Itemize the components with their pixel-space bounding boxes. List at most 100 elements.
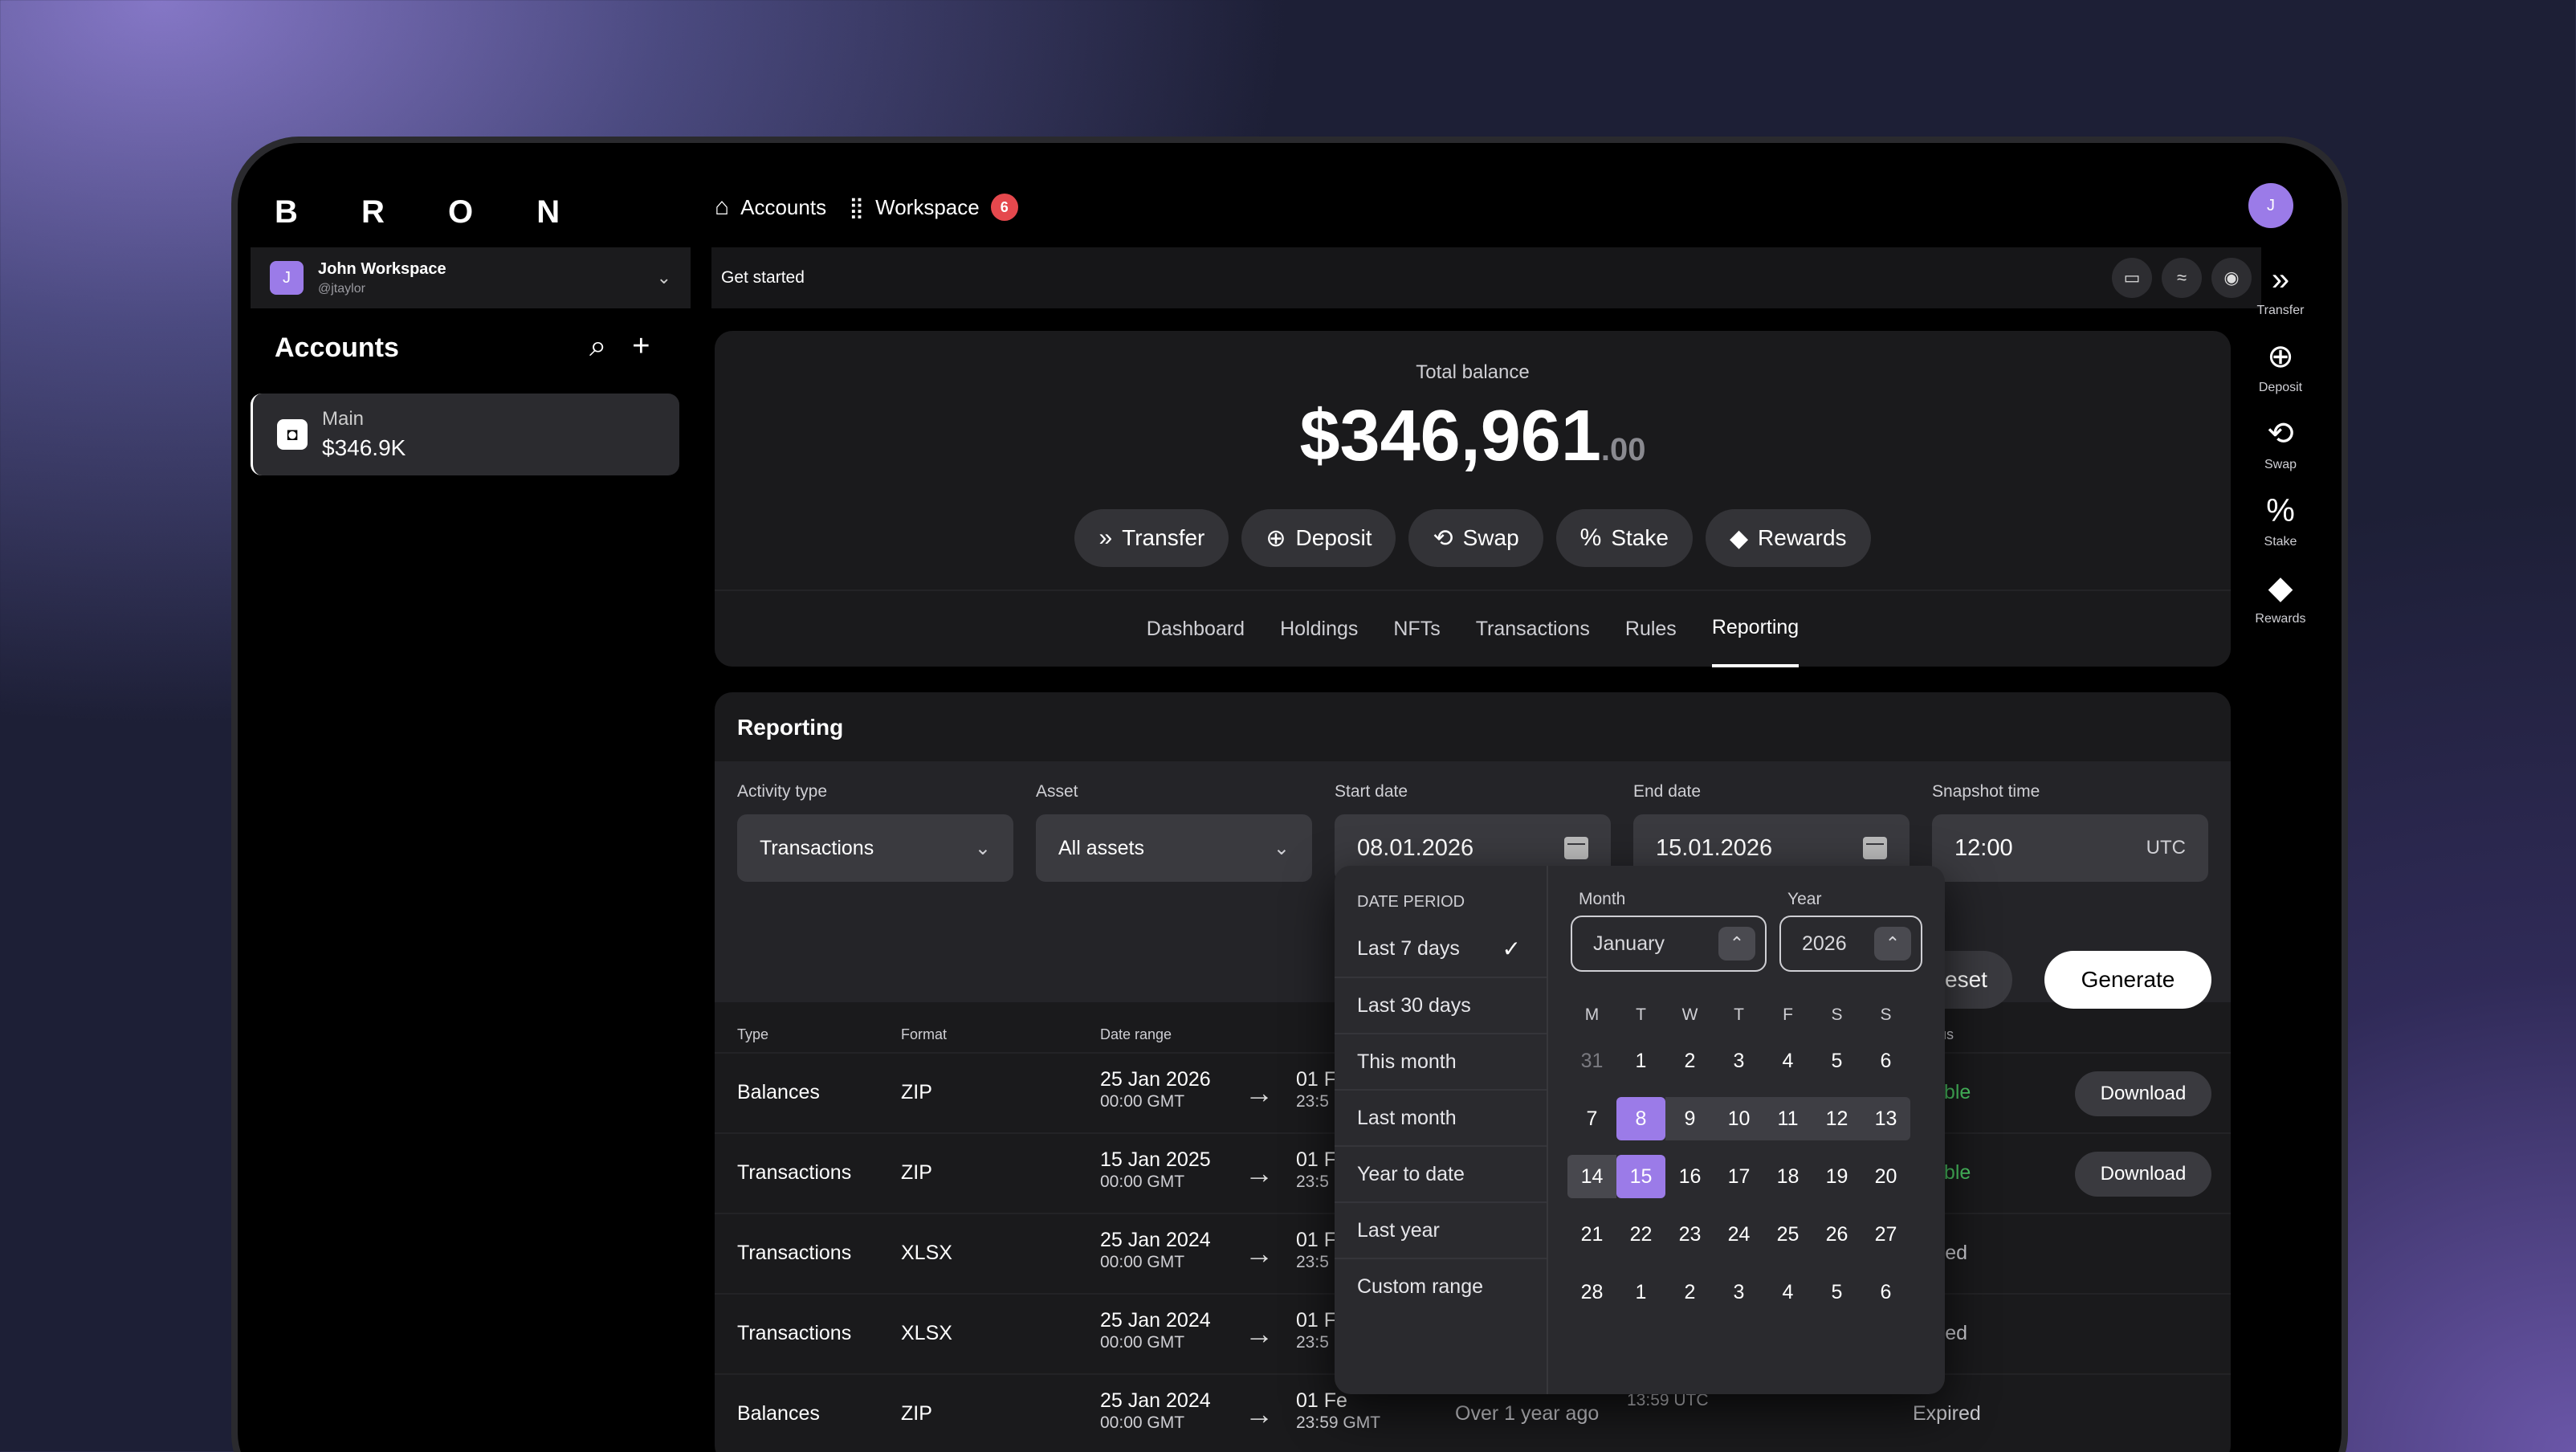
calendar-day[interactable]: 9 (1665, 1097, 1714, 1140)
asset-label: Asset (1036, 782, 1078, 801)
calendar-day[interactable]: 3 (1714, 1039, 1763, 1083)
snapshot-input[interactable]: 12:00 UTC (1932, 814, 2208, 882)
calendar-day[interactable]: 1 (1616, 1039, 1665, 1083)
calendar-day[interactable]: 6 (1861, 1270, 1910, 1314)
calendar-day[interactable]: 23 (1665, 1213, 1714, 1256)
calendar-day[interactable]: 16 (1665, 1155, 1714, 1198)
row-type: Balances (737, 1402, 820, 1425)
stake-button[interactable]: % Stake (1555, 509, 1693, 567)
calendar-grid: M T W T F S S 31 1 2 3 4 5 6 7 8 9 10 11… (1567, 1005, 1910, 1314)
add-icon[interactable]: + (632, 329, 650, 364)
calendar-day[interactable]: 13 (1861, 1097, 1910, 1140)
period-option-last-30-days[interactable]: Last 30 days (1335, 977, 1547, 1033)
calendar-day[interactable]: 6 (1861, 1039, 1910, 1083)
calendar-day[interactable]: 19 (1812, 1155, 1861, 1198)
account-card-main[interactable]: ◘ Main $346.9K (251, 394, 679, 475)
deposit-icon: ⊕ (1266, 524, 1286, 552)
generate-button[interactable]: Generate (2044, 951, 2211, 1009)
calendar-week: 7 8 9 10 11 12 13 (1567, 1097, 1910, 1140)
from-time: 00:00 GMT (1100, 1413, 1185, 1432)
asset-select[interactable]: All assets ⌄ (1036, 814, 1312, 882)
calendar-day[interactable]: 4 (1763, 1270, 1812, 1314)
activity-type-select[interactable]: Transactions ⌄ (737, 814, 1013, 882)
calendar-day-selected-start[interactable]: 8 (1616, 1097, 1665, 1140)
tab-nfts[interactable]: NFTs (1393, 590, 1440, 667)
calendar-day[interactable]: 3 (1714, 1270, 1763, 1314)
activity-icon[interactable]: ≈ (2162, 258, 2202, 298)
check-icon: ✓ (1502, 936, 1521, 961)
rewards-button[interactable]: ◆ Rewards (1705, 509, 1871, 567)
deposit-icon: ⊕ (2267, 339, 2294, 374)
weekday: F (1783, 1005, 1793, 1024)
deposit-button[interactable]: ⊕ Deposit (1241, 509, 1396, 567)
period-option-last-7-days[interactable]: Last 7 days ✓ (1335, 920, 1547, 977)
nav-workspace[interactable]: ⣿ Workspace 6 (849, 194, 1018, 221)
quick-actions-rail: » Transfer ⊕ Deposit ⟲ Swap % Stake ◆ Re… (2248, 263, 2313, 626)
tab-transactions[interactable]: Transactions (1476, 590, 1590, 667)
download-button[interactable]: Download (2075, 1071, 2211, 1116)
workspace-name: John Workspace (318, 259, 446, 278)
period-option-year-to-date[interactable]: Year to date (1335, 1145, 1547, 1201)
calendar-day[interactable]: 20 (1861, 1155, 1910, 1198)
settings-icon[interactable]: ◉ (2211, 258, 2252, 298)
tab-reporting[interactable]: Reporting (1711, 590, 1800, 667)
calendar-day[interactable]: 25 (1763, 1213, 1812, 1256)
rail-stake[interactable]: % Stake (2264, 495, 2297, 549)
rail-deposit[interactable]: ⊕ Deposit (2259, 341, 2302, 395)
calendar-day[interactable]: 11 (1763, 1097, 1812, 1140)
stake-icon: % (2266, 493, 2295, 528)
calendar-day[interactable]: 12 (1812, 1097, 1861, 1140)
calendar-day[interactable]: 17 (1714, 1155, 1763, 1198)
workspace-switcher[interactable]: J John Workspace @jtaylor ⌄ (251, 247, 691, 308)
calendar-day[interactable]: 24 (1714, 1213, 1763, 1256)
get-started-link[interactable]: Get started (721, 268, 805, 288)
user-avatar[interactable]: J (2248, 183, 2293, 228)
reporting-title: Reporting (737, 715, 844, 740)
calendar-day[interactable]: 5 (1812, 1039, 1861, 1083)
period-option-last-year[interactable]: Last year (1335, 1201, 1547, 1258)
rail-rewards[interactable]: ◆ Rewards (2255, 572, 2305, 626)
row-from: 25 Jan 2026 00:00 GMT (1100, 1068, 1211, 1113)
calendar-day[interactable]: 10 (1714, 1097, 1763, 1140)
calendar-day[interactable]: 31 (1567, 1039, 1616, 1083)
tab-holdings[interactable]: Holdings (1280, 590, 1358, 667)
swap-button[interactable]: ⟲ Swap (1408, 509, 1543, 567)
calendar-day[interactable]: 2 (1665, 1039, 1714, 1083)
calendar-week: 14 15 16 17 18 19 20 (1567, 1155, 1910, 1198)
devices-icon[interactable]: ▭ (2112, 258, 2152, 298)
calendar-day[interactable]: 28 (1567, 1270, 1616, 1314)
calendar-day[interactable]: 2 (1665, 1270, 1714, 1314)
transfer-button[interactable]: » Transfer (1074, 509, 1229, 567)
account-value: $346.9K (322, 435, 406, 460)
month-select[interactable]: January ⌃ (1571, 916, 1767, 972)
calendar-day[interactable]: 14 (1567, 1155, 1616, 1198)
calendar-day[interactable]: 27 (1861, 1213, 1910, 1256)
weekday: T (1734, 1005, 1744, 1024)
year-select[interactable]: 2026 ⌃ (1779, 916, 1922, 972)
calendar-day[interactable]: 21 (1567, 1213, 1616, 1256)
calendar-day[interactable]: 18 (1763, 1155, 1812, 1198)
tab-rules[interactable]: Rules (1625, 590, 1677, 667)
to-time: 23:5 (1296, 1092, 1329, 1111)
search-icon[interactable]: ⌕ (589, 329, 606, 364)
download-button[interactable]: Download (2075, 1152, 2211, 1197)
from-time: 00:00 GMT (1100, 1333, 1185, 1352)
swap-icon: ⟲ (1433, 524, 1453, 552)
rail-swap[interactable]: ⟲ Swap (2264, 418, 2297, 472)
tab-dashboard[interactable]: Dashboard (1147, 590, 1245, 667)
calendar-day-selected-end[interactable]: 15 (1616, 1155, 1665, 1198)
nav-accounts[interactable]: ⌂ Accounts (715, 194, 826, 221)
chevron-up-icon[interactable]: ⌃ (1874, 927, 1911, 961)
asset-field: Asset All assets ⌄ (1036, 782, 1312, 882)
calendar-day[interactable]: 26 (1812, 1213, 1861, 1256)
calendar-day[interactable]: 22 (1616, 1213, 1665, 1256)
period-option-custom-range[interactable]: Custom range (1335, 1258, 1547, 1314)
calendar-day[interactable]: 1 (1616, 1270, 1665, 1314)
period-option-last-month[interactable]: Last month (1335, 1089, 1547, 1145)
calendar-day[interactable]: 5 (1812, 1270, 1861, 1314)
calendar-day[interactable]: 4 (1763, 1039, 1812, 1083)
calendar-day[interactable]: 7 (1567, 1097, 1616, 1140)
period-option-this-month[interactable]: This month (1335, 1033, 1547, 1089)
rail-transfer[interactable]: » Transfer (2257, 263, 2305, 318)
chevron-up-icon[interactable]: ⌃ (1718, 927, 1755, 961)
